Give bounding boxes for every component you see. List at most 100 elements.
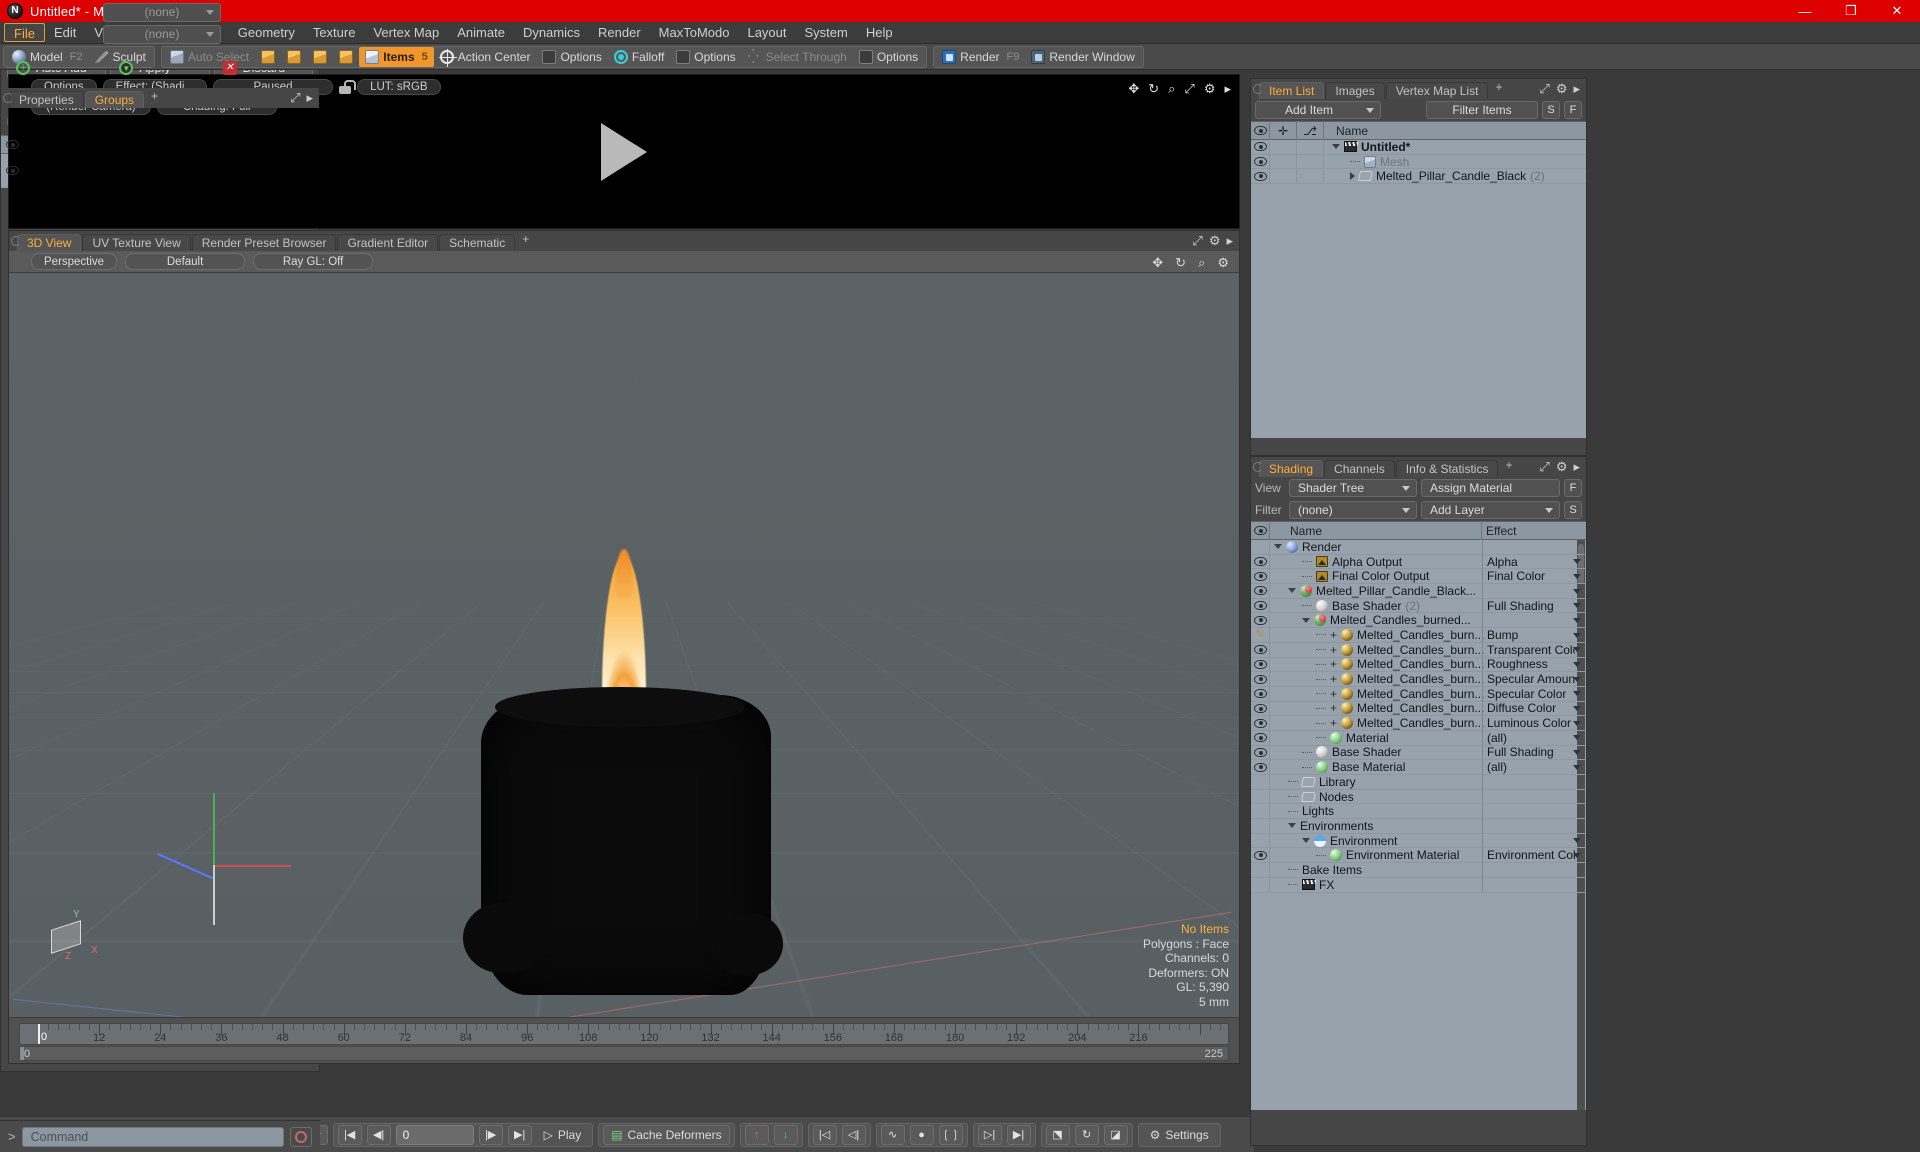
row-visibility-toggle[interactable] — [1251, 598, 1270, 613]
expand-icon[interactable]: ⤢ — [1539, 81, 1549, 97]
shader-tree-row[interactable]: + Melted_Candles_burn... Specular Amount — [1251, 671, 1586, 687]
tab-images[interactable]: Images — [1325, 82, 1385, 99]
passes-select[interactable]: (none) — [103, 24, 221, 44]
viewport-preset-button[interactable]: Default — [125, 253, 246, 270]
key-down-icon[interactable]: ↓ — [773, 1124, 798, 1145]
shader-tree-row[interactable]: + Melted_Candles_burn... Luminous Color — [1251, 715, 1586, 731]
row-axis-cell[interactable] — [1297, 168, 1324, 184]
tab-info-statistics[interactable]: Info & Statistics — [1395, 460, 1499, 477]
menu-file[interactable]: File — [4, 23, 45, 42]
row-effect-cell[interactable]: Diffuse Color — [1482, 701, 1586, 716]
row-effect-cell[interactable] — [1482, 583, 1586, 599]
menu-edit[interactable]: Edit — [45, 23, 85, 42]
row-visibility-toggle[interactable] — [1251, 862, 1270, 878]
action-center-button[interactable]: Action Center — [434, 47, 537, 67]
item-list-body[interactable]: Untitled* Mesh Melted_Pillar_Candle_Black(… — [1251, 140, 1586, 438]
row-effect-cell[interactable] — [1482, 540, 1586, 555]
expand-icon[interactable]: ⤢ — [1539, 459, 1549, 475]
next-key-icon[interactable]: ▷| — [977, 1124, 1002, 1145]
row-visibility-toggle[interactable] — [1251, 568, 1270, 584]
render-window-button[interactable]: Render Window — [1025, 47, 1140, 67]
expand-plus-icon[interactable]: + — [1330, 688, 1337, 700]
play-button[interactable]: ▷ Play — [537, 1125, 589, 1145]
minimize-button[interactable]: — — [1782, 0, 1828, 22]
col-visibility[interactable] — [1251, 121, 1270, 140]
row-effect-cell[interactable] — [1482, 612, 1586, 628]
shader-tree-row[interactable]: Render — [1251, 540, 1586, 555]
pass-groups-select[interactable]: (none) — [103, 2, 221, 22]
chevron-right-icon[interactable]: ▸ — [1573, 81, 1580, 97]
view-select[interactable]: Shader Tree — [1289, 479, 1417, 497]
tab-vertex-map-list[interactable]: Vertex Map List — [1385, 82, 1489, 99]
menu-dynamics[interactable]: Dynamics — [514, 23, 589, 42]
shader-tree-row[interactable]: + Melted_Candles_burn... Transparent Color — [1251, 642, 1586, 658]
menu-maxtomodo[interactable]: MaxToModo — [650, 23, 739, 42]
move-icon[interactable]: ✥ — [1128, 81, 1139, 97]
item-list-row[interactable]: Melted_Pillar_Candle_Black (2) — [1251, 168, 1586, 185]
prev-key-2-icon[interactable]: ◁| — [841, 1124, 866, 1145]
row-visibility-toggle[interactable] — [1251, 140, 1270, 155]
row-visibility-toggle[interactable] — [1251, 774, 1270, 790]
col-name[interactable]: Name — [1324, 121, 1586, 140]
maximize-button[interactable]: ❐ — [1828, 0, 1874, 22]
record-button[interactable] — [290, 1126, 312, 1147]
filter-s-button[interactable]: S — [1542, 101, 1560, 119]
expand-icon[interactable]: ⤢ — [290, 90, 300, 106]
last-key-icon[interactable]: ▶| — [1006, 1124, 1031, 1145]
row-effect-cell[interactable]: Alpha — [1482, 554, 1586, 569]
assign-material-button[interactable]: Assign Material — [1421, 479, 1560, 497]
auto-select-button[interactable]: Auto Select — [164, 47, 255, 67]
shader-tree-row[interactable]: Base Shader Full Shading — [1251, 745, 1586, 761]
menu-texture[interactable]: Texture — [304, 23, 365, 42]
timeline-ruler[interactable]: 12 24 36 48 60 72 84 96 108 120 132 144 156 168 180 192… — [19, 1023, 1229, 1045]
curve-icon[interactable]: ∿ — [880, 1124, 905, 1145]
transform-gizmo[interactable] — [149, 793, 291, 925]
menu-render[interactable]: Render — [589, 23, 650, 42]
tab-channels[interactable]: Channels — [1324, 460, 1395, 477]
render-button[interactable]: Render F9 — [936, 47, 1025, 67]
tab-render-preset-browser[interactable]: Render Preset Browser — [191, 234, 337, 251]
current-frame-field[interactable]: 0 — [395, 1124, 474, 1145]
row-visibility-toggle[interactable] — [1251, 612, 1270, 628]
key-up-icon[interactable]: ↑ — [744, 1124, 769, 1145]
ellipse-icon[interactable]: ● — [909, 1124, 934, 1145]
row-effect-cell[interactable] — [1482, 877, 1586, 892]
shader-tree-row[interactable]: Melted_Candles_burned... — [1251, 612, 1586, 629]
row-visibility-toggle[interactable] — [1251, 745, 1270, 760]
row-name-cell[interactable]: Mesh — [1324, 155, 1586, 169]
row-axis-cell[interactable] — [1297, 140, 1324, 155]
row-effect-cell[interactable]: Transparent Color — [1482, 642, 1586, 657]
shader-tree-row[interactable]: Environment Material Environment Col ... — [1251, 847, 1586, 864]
command-input[interactable]: Command — [21, 1126, 284, 1147]
bracket-icon[interactable]: ❲❳ — [938, 1124, 963, 1145]
row-name-cell[interactable]: Untitled* — [1324, 140, 1586, 154]
chevron-right-icon[interactable]: ▸ — [1224, 81, 1231, 97]
shading-f-button[interactable]: F — [1564, 479, 1582, 497]
timeline-range-bar[interactable]: 0 225 — [19, 1046, 1229, 1061]
row-visibility-toggle[interactable] — [1251, 686, 1270, 702]
row-visibility-toggle[interactable] — [1251, 583, 1270, 599]
rotate-icon[interactable]: ↻ — [1074, 1124, 1099, 1145]
col-axis[interactable]: ⎇ — [1297, 121, 1324, 140]
refresh-icon[interactable]: ↻ — [1175, 255, 1186, 271]
viewport-projection-button[interactable]: Perspective — [31, 253, 118, 270]
row-effect-cell[interactable]: Roughness — [1482, 657, 1586, 672]
row-effect-cell[interactable]: Specular Color — [1482, 686, 1586, 702]
gear-icon[interactable]: ⚙ — [1556, 81, 1568, 97]
collapse-icon[interactable] — [1302, 838, 1310, 844]
tab-3d-view[interactable]: 3D View — [17, 234, 82, 251]
row-visibility-toggle[interactable] — [1251, 715, 1270, 731]
gear-icon[interactable]: ⚙ — [1217, 255, 1229, 271]
tab-add-shading[interactable]: + — [1499, 459, 1518, 477]
chevron-right-icon[interactable]: ▸ — [306, 90, 313, 106]
row-visibility-toggle[interactable] — [1251, 833, 1270, 848]
row-visibility-toggle[interactable] — [1251, 554, 1270, 569]
tab-add-groups[interactable]: + — [145, 90, 164, 108]
gear-icon[interactable]: ⚙ — [1209, 233, 1221, 249]
row-visibility-toggle[interactable] — [1251, 642, 1270, 657]
shader-tree-row[interactable]: Final Color Output Final Color — [1251, 568, 1586, 585]
row-visibility-toggle[interactable] — [1251, 789, 1270, 804]
shader-tree-row[interactable]: + Melted_Candles_burn... Diffuse Color — [1251, 701, 1586, 717]
row-visibility-toggle[interactable] — [1251, 540, 1270, 555]
row-add-cell[interactable] — [1270, 140, 1297, 155]
